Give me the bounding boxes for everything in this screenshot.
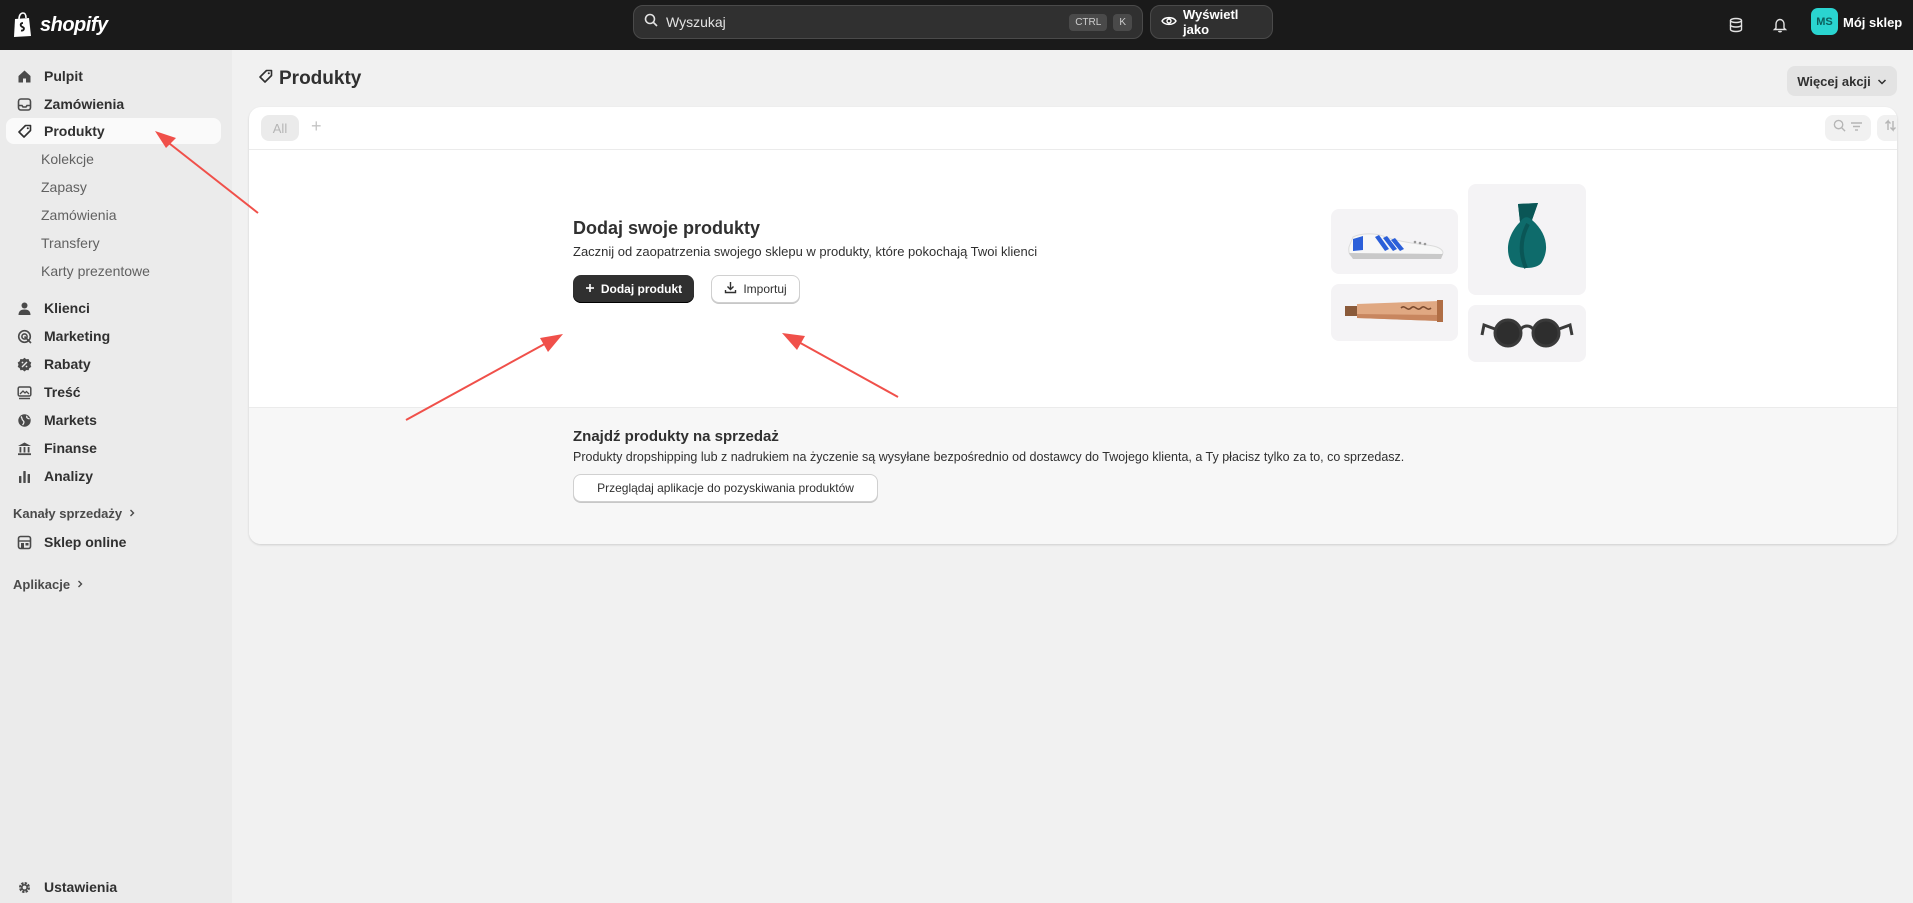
apps-section[interactable]: Aplikacje: [13, 577, 84, 592]
tag-icon: [16, 123, 32, 139]
sidebar-item-label: Zamówienia: [44, 96, 125, 112]
sneaker-illustration: [1331, 209, 1458, 274]
view-as-button[interactable]: Wyświetl jako: [1150, 5, 1273, 39]
plus-icon: [585, 282, 595, 296]
chevron-down-icon: [1877, 74, 1887, 89]
sidebar-item-label: Pulpit: [44, 68, 83, 84]
search-filter-button[interactable]: [1825, 115, 1871, 141]
tag-icon: [258, 68, 273, 90]
person-icon: [16, 300, 32, 316]
sidebar-item-zamowienia[interactable]: Zamówienia: [6, 91, 221, 117]
shortcut-ctrl-key: CTRL: [1069, 13, 1108, 31]
globe-icon: [16, 412, 32, 428]
shopify-bag-icon: [12, 12, 34, 38]
search-bar[interactable]: Wyszukaj CTRL K: [633, 5, 1143, 39]
import-button[interactable]: Importuj: [711, 275, 800, 303]
vase-illustration: [1468, 184, 1586, 295]
top-bar: shopify Wyszukaj CTRL K Wyświetl jako MS…: [0, 0, 1913, 50]
find-products-section: Znajdź produkty na sprzedaż Produkty dro…: [249, 407, 1897, 544]
products-card: All + Dodaj swoje produkty Zacznij od za…: [249, 107, 1897, 544]
find-products-title: Znajdź produkty na sprzedaż: [573, 428, 779, 445]
inbox-icon: [16, 96, 32, 112]
bank-icon: [16, 440, 32, 456]
apps-label: Aplikacje: [13, 577, 71, 592]
filter-toolbar: All +: [249, 107, 1897, 150]
add-product-label: Dodaj produkt: [600, 282, 683, 296]
empty-state-subtitle: Zacznij od zaopatrzenia swojego sklepu w…: [573, 244, 1038, 259]
shortcut-k-key: K: [1113, 13, 1132, 31]
sidebar-item-label: Finanse: [44, 440, 97, 456]
sidebar-subitem-karty-prezentowe[interactable]: Karty prezentowe: [41, 260, 150, 282]
sort-button[interactable]: [1877, 115, 1897, 141]
sidebar-item-rabaty[interactable]: Rabaty: [6, 351, 221, 377]
sidebar-subitem-transfery[interactable]: Transfery: [41, 232, 100, 254]
sidebar-item-sklep-online[interactable]: Sklep online: [6, 529, 221, 555]
search-placeholder: Wyszukaj: [666, 14, 726, 30]
sidebar-item-pulpit[interactable]: Pulpit: [6, 63, 221, 89]
page-title: Produkty: [258, 68, 361, 90]
eye-icon: [1161, 15, 1177, 30]
database-icon[interactable]: [1724, 13, 1748, 37]
sidebar-subitem-zamowienia[interactable]: Zamówienia: [41, 204, 116, 226]
more-actions-button[interactable]: Więcej akcji: [1787, 66, 1897, 96]
browse-sourcing-apps-button[interactable]: Przeglądaj aplikacje do pozyskiwania pro…: [573, 474, 878, 502]
filter-icon: [1850, 119, 1863, 137]
sidebar-item-ustawienia[interactable]: Ustawienia: [6, 874, 221, 900]
sidebar-item-label: Treść: [44, 384, 81, 400]
page-title-text: Produkty: [279, 68, 362, 89]
bell-icon[interactable]: [1768, 13, 1792, 37]
sales-channels-label: Kanały sprzedaży: [13, 506, 123, 521]
sidebar-item-klienci[interactable]: Klienci: [6, 295, 221, 321]
sort-icon: [1884, 119, 1897, 137]
sidebar-item-label: Ustawienia: [44, 879, 118, 895]
discount-icon: [16, 356, 32, 372]
sidebar-item-produkty[interactable]: Produkty: [6, 118, 221, 144]
storefront-icon: [16, 534, 32, 550]
avatar[interactable]: MS: [1811, 8, 1838, 35]
sidebar-item-label: Markets: [44, 412, 97, 428]
more-actions-label: Więcej akcji: [1797, 73, 1871, 89]
logo-text: shopify: [40, 13, 108, 36]
main-content: Produkty Więcej akcji All + Dodaj swoje …: [232, 50, 1913, 903]
sidebar-item-analizy[interactable]: Analizy: [6, 463, 221, 489]
sidebar-item-label: Analizy: [44, 468, 94, 484]
sidebar-item-label: Klienci: [44, 300, 90, 316]
add-view-button[interactable]: +: [311, 116, 322, 137]
import-label: Importuj: [743, 282, 787, 296]
sidebar-item-finanse[interactable]: Finanse: [6, 435, 221, 461]
find-products-subtitle: Produkty dropshipping lub z nadrukiem na…: [573, 450, 1405, 464]
sidebar-item-markets[interactable]: Markets: [6, 407, 221, 433]
sidebar: Pulpit Zamówienia Produkty Kolekcje Zapa…: [0, 50, 232, 903]
sidebar-item-label: Marketing: [44, 328, 111, 344]
sidebar-item-tresc[interactable]: Treść: [6, 379, 221, 405]
sidebar-item-label: Sklep online: [44, 534, 127, 550]
sidebar-item-label: Produkty: [44, 123, 105, 139]
sales-channels-section[interactable]: Kanały sprzedaży: [13, 506, 136, 521]
store-name[interactable]: Mój sklep: [1843, 15, 1902, 30]
empty-state-title: Dodaj swoje produkty: [573, 218, 761, 238]
download-icon: [724, 281, 737, 297]
chevron-right-icon: [128, 506, 136, 521]
search-icon: [1833, 119, 1846, 137]
search-icon: [644, 13, 658, 32]
add-product-button[interactable]: Dodaj produkt: [573, 275, 694, 303]
bar-chart-icon: [16, 468, 32, 484]
chevron-right-icon: [76, 577, 84, 592]
gear-icon: [16, 879, 32, 895]
sidebar-item-marketing[interactable]: Marketing: [6, 323, 221, 349]
sidebar-subitem-zapasy[interactable]: Zapasy: [41, 176, 87, 198]
empty-state: Dodaj swoje produkty Zacznij od zaopatrz…: [249, 150, 1897, 407]
tube-illustration: [1331, 284, 1458, 341]
sunglasses-illustration: [1468, 305, 1586, 362]
sidebar-item-label: Rabaty: [44, 356, 91, 372]
tab-all[interactable]: All: [261, 115, 299, 141]
view-as-label: Wyświetl jako: [1183, 7, 1239, 37]
shopify-logo[interactable]: shopify: [12, 10, 108, 40]
target-icon: [16, 328, 32, 344]
home-icon: [16, 68, 32, 84]
content-icon: [16, 384, 32, 400]
sidebar-subitem-kolekcje[interactable]: Kolekcje: [41, 148, 94, 170]
